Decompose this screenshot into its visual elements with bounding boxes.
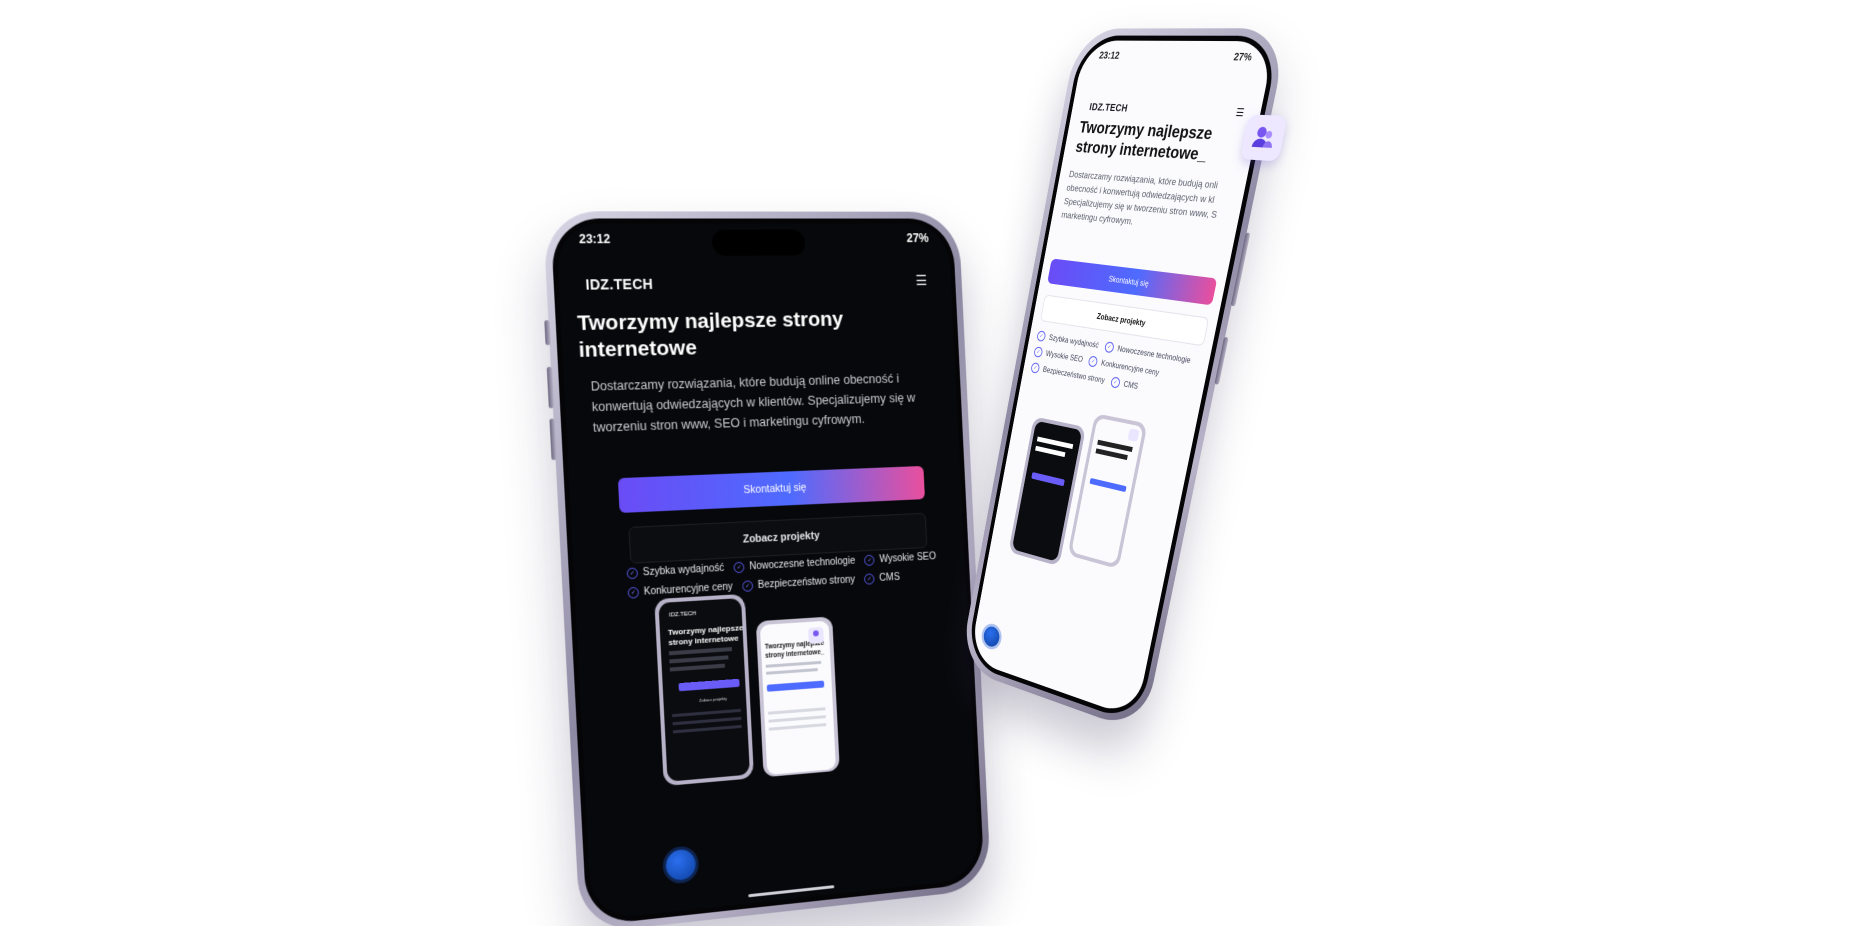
check-icon: ✓ [733, 561, 745, 574]
volume-down-button [549, 418, 557, 461]
volume-up-button [546, 366, 555, 409]
check-icon: ✓ [1030, 362, 1041, 374]
site-logo[interactable]: IDZ.TECH [585, 275, 653, 292]
hero-mockup-image: IDZ.TECH Tworzymy najlepsze strony inter… [654, 593, 840, 787]
check-icon: ✓ [1033, 346, 1044, 358]
feature-item: ✓ Wysokie SEO [864, 551, 936, 566]
feature-item: ✓ Nowoczesne technologie [733, 556, 855, 574]
site-logo[interactable]: IDZ.TECH [1088, 102, 1128, 114]
feature-item: ✓ Wysokie SEO [1033, 346, 1084, 365]
check-icon: ✓ [1103, 341, 1115, 354]
check-icon: ✓ [627, 586, 640, 599]
status-time: 23:12 [1098, 50, 1121, 62]
hamburger-icon[interactable]: ☰ [1235, 107, 1245, 119]
hamburger-icon[interactable]: ☰ [915, 272, 927, 289]
status-battery: 27% [906, 231, 929, 246]
status-time: 23:12 [578, 231, 611, 247]
phone-light: 23:12 27% IDZ.TECH ☰ Tworzymy najlepsze … [959, 28, 1290, 734]
check-icon: ✓ [626, 567, 639, 580]
check-icon: ✓ [1036, 330, 1047, 342]
feature-item: ✓ CMS [864, 572, 900, 585]
phone-dark: 23:12 27% IDZ.TECH ☰ Tworzymy najlepsze … [542, 211, 992, 926]
site-header: IDZ.TECH ☰ [585, 272, 927, 292]
hero-description: Dostarczamy rozwiązania, które budują on… [590, 371, 916, 435]
site-header: IDZ.TECH ☰ [1088, 102, 1245, 119]
status-bar: 23:12 27% [1098, 47, 1254, 67]
feature-item: ✓ CMS [1109, 376, 1139, 392]
contact-button[interactable]: Skontaktuj się [617, 465, 925, 514]
check-icon: ✓ [864, 554, 876, 566]
hero-mockup-image [1008, 413, 1148, 570]
status-battery: 27% [1232, 51, 1253, 64]
mockup-stage: 23:12 27% IDZ.TECH ☰ Tworzymy najlepsze … [0, 0, 1876, 926]
phone-screen: 23:12 27% IDZ.TECH ☰ Tworzymy najlepsze … [555, 223, 980, 921]
feature-item: ✓ Szybka wydajność [626, 563, 724, 580]
hero-description: Dostarczamy rozwiązania, które budują on… [1060, 169, 1219, 228]
cookie-settings-button[interactable] [982, 624, 1002, 649]
check-icon: ✓ [1109, 376, 1121, 389]
check-icon: ✓ [1087, 355, 1099, 368]
users-icon[interactable] [1240, 114, 1288, 162]
action-button [544, 320, 551, 346]
hero-title: Tworzymy najlepsze strony internetowe [576, 307, 844, 363]
phone-screen: 23:12 27% IDZ.TECH ☰ Tworzymy najlepsze … [969, 40, 1276, 719]
dynamic-island [711, 229, 806, 256]
hero-title: Tworzymy najlepsze strony internetowe_ [1074, 117, 1215, 165]
cookie-settings-button[interactable] [665, 848, 697, 882]
